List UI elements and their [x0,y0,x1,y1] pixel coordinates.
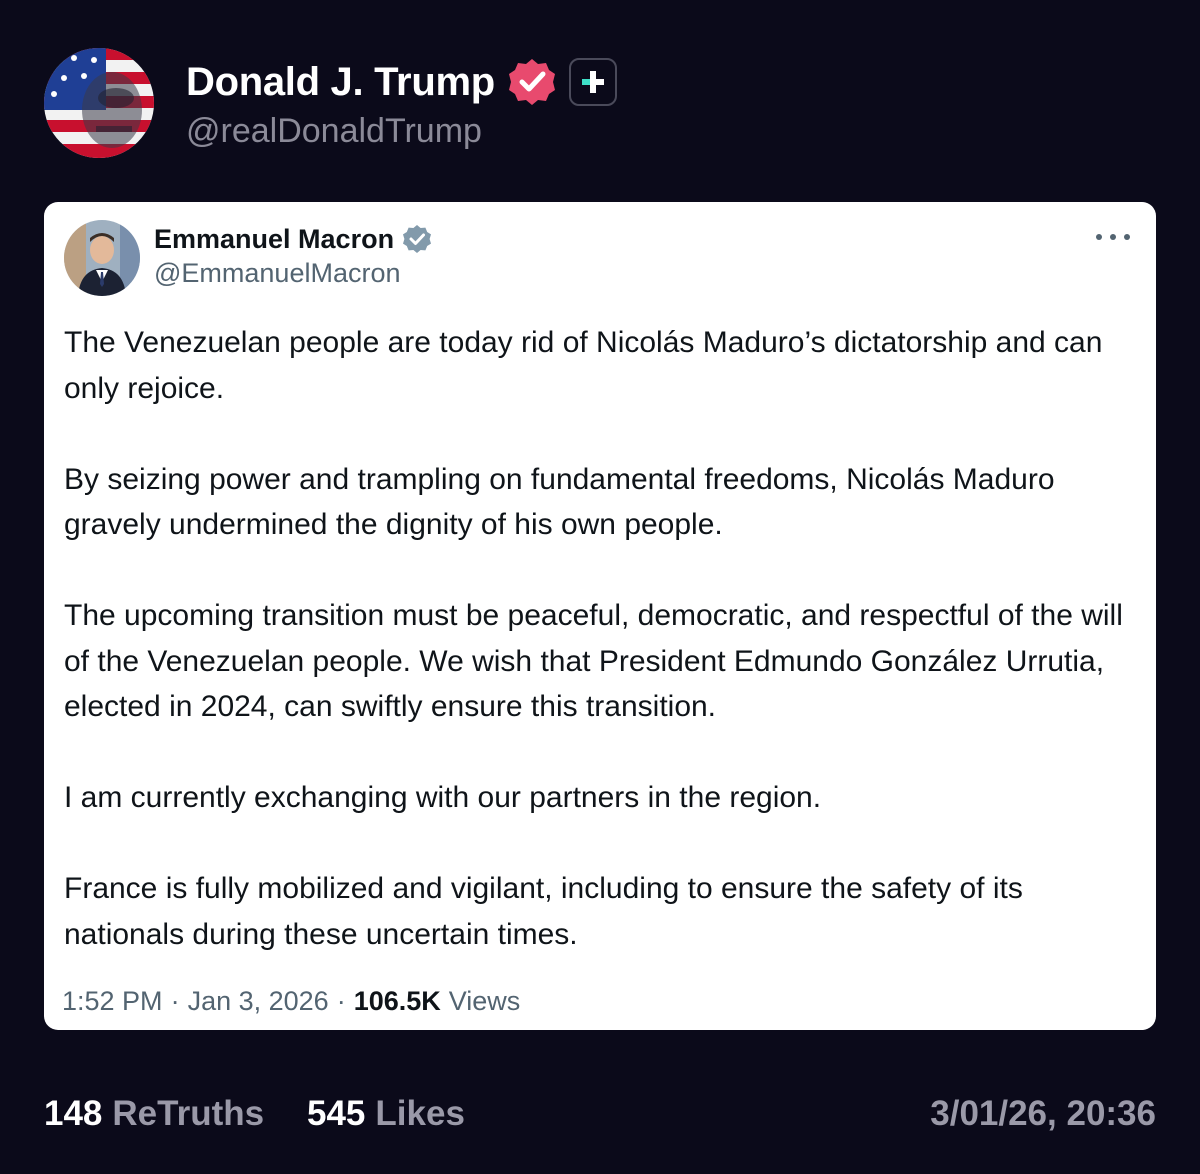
author-handle[interactable]: @realDonaldTrump [186,112,482,151]
meta-separator: · [336,986,346,1016]
retruths-count: 148 [44,1094,103,1133]
avatar-image [44,48,154,158]
post-timestamp: 3/01/26, 20:36 [930,1094,1156,1133]
author-avatar[interactable] [44,48,154,158]
embedded-post-date[interactable]: Jan 3, 2026 [188,986,329,1017]
views-count: 106.5K [353,986,441,1016]
more-options-icon[interactable] [1096,230,1130,244]
retruths-label: ReTruths [112,1094,265,1133]
paragraph: The Venezuelan people are today rid of N… [64,326,1103,405]
embedded-avatar-image [64,220,140,296]
paragraph: The upcoming transition must be peaceful… [64,599,1123,723]
post-header: Donald J. Trump @realDonaldTrump [44,48,1156,160]
embedded-author-name[interactable]: Emmanuel Macron [154,224,394,255]
meta-separator: · [170,986,180,1016]
author-name-row: Donald J. Trump [186,56,617,108]
paragraph: I am currently exchanging with our partn… [64,781,822,814]
embedded-author-avatar[interactable] [64,220,140,296]
post-footer: 148 ReTruths 545 Likes 3/01/26, 20:36 [44,1094,1156,1144]
verified-badge-icon [507,57,557,107]
paragraph: By seizing power and trampling on fundam… [64,462,1055,542]
paragraph: France is fully mobilized and vigilant, … [64,872,1023,951]
likes-stat[interactable]: 545 Likes [307,1094,465,1134]
embedded-author-name-row: Emmanuel Macron [154,220,432,258]
embedded-post-text: The Venezuelan people are today rid of N… [64,320,1144,957]
author-name[interactable]: Donald J. Trump [186,60,495,105]
likes-label: Likes [375,1094,465,1133]
plus-icon[interactable] [568,58,617,106]
embedded-post-card[interactable]: Emmanuel Macron @EmmanuelMacron The Vene… [44,202,1156,1030]
verified-badge-icon [402,224,432,254]
embedded-post-time[interactable]: 1:52 PM [62,986,163,1017]
embedded-post-meta: 1:52 PM · Jan 3, 2026 · 106.5K Views [62,986,520,1017]
views-label: Views [448,986,521,1016]
retruths-stat[interactable]: 148 ReTruths [44,1094,264,1134]
embedded-author-handle[interactable]: @EmmanuelMacron [154,258,401,289]
likes-count: 545 [307,1094,366,1133]
